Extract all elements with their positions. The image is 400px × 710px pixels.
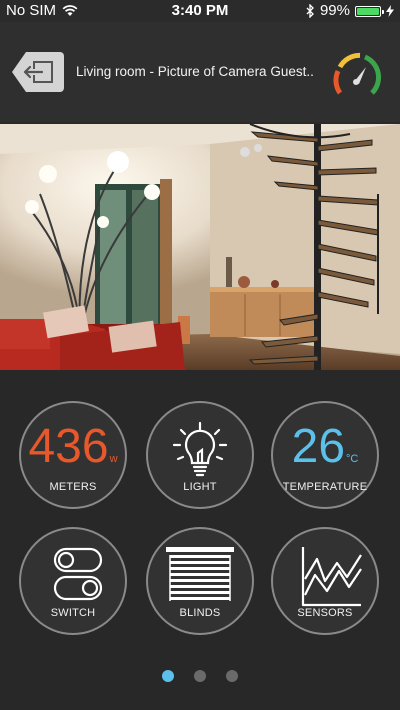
meters-tile[interactable]: 436w METERS (19, 401, 127, 509)
gauge-icon[interactable] (330, 51, 382, 103)
blinds-tile[interactable]: BLINDS (146, 527, 254, 635)
bluetooth-icon (306, 4, 314, 18)
temperature-value-display: 26°C (273, 419, 377, 487)
meters-value: 436 (28, 420, 109, 473)
sensors-tile[interactable]: SENSORS (271, 527, 379, 635)
charging-icon (386, 5, 394, 17)
switch-tile[interactable]: SWITCH (19, 527, 127, 635)
temperature-unit: °C (346, 453, 359, 465)
switch-label: SWITCH (50, 607, 96, 619)
temperature-label: TEMPERATURE (282, 481, 368, 493)
temperature-tile[interactable]: 26°C TEMPERATURE (271, 401, 379, 509)
light-tile[interactable]: LIGHT (146, 401, 254, 509)
page-title: Living room - Picture of Camera Guest.. (76, 64, 314, 79)
battery-percent: 99% (319, 2, 350, 19)
page-dot-1[interactable] (162, 670, 174, 682)
blinds-label: BLINDS (179, 607, 221, 619)
control-grid: 436w METERS LIGHT 26°C TEMPERATURE SWITC… (0, 370, 400, 710)
temperature-value: 26 (291, 420, 346, 473)
camera-picture[interactable] (0, 124, 400, 370)
page-dot-2[interactable] (194, 670, 206, 682)
page-dot-3[interactable] (226, 670, 238, 682)
meters-value-display: 436w (21, 419, 125, 487)
exit-icon[interactable] (12, 52, 64, 92)
battery-icon (355, 5, 384, 17)
status-bar: No SIM 3:40 PM 99% (0, 0, 400, 22)
header-bar: Living room - Picture of Camera Guest.. (0, 22, 400, 122)
light-label: LIGHT (183, 481, 217, 493)
living-room-camera-picture (0, 124, 400, 370)
meters-unit: w (109, 453, 118, 465)
page-indicator (0, 670, 400, 682)
sensors-label: SENSORS (297, 607, 353, 619)
meters-label: METERS (49, 481, 97, 493)
